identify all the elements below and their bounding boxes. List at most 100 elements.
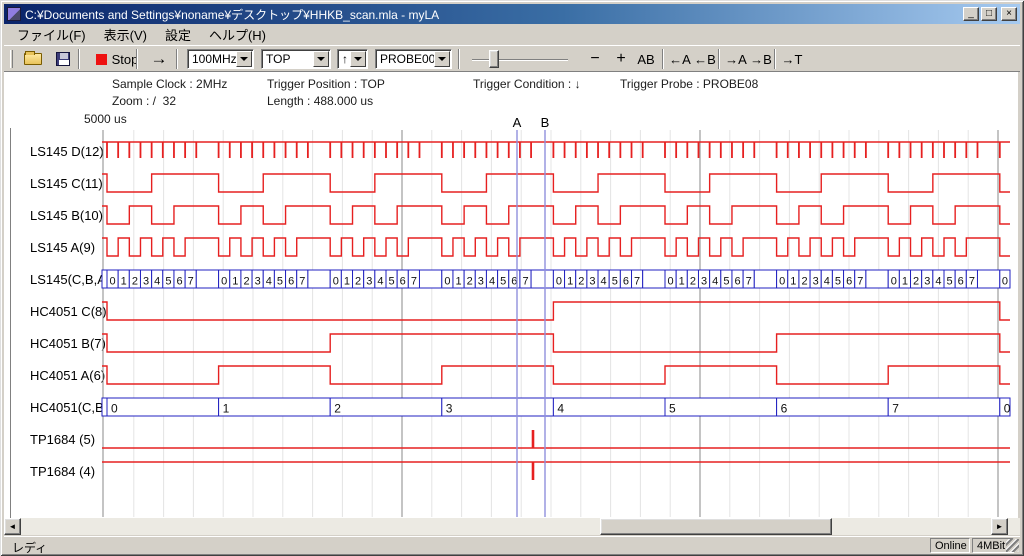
bus-value: 1 xyxy=(455,276,461,288)
bus-value: 4 xyxy=(489,276,495,288)
scroll-left-icon[interactable]: ◄ xyxy=(4,518,21,535)
bus-value: 7 xyxy=(857,276,863,288)
bus-value: 5 xyxy=(835,276,841,288)
bus-value: 2 xyxy=(243,276,249,288)
bus-value: 0 xyxy=(779,276,785,288)
bus-value: 7 xyxy=(969,276,975,288)
bus-value: 7 xyxy=(188,276,194,288)
bus-value: 5 xyxy=(612,276,618,288)
resize-grip[interactable] xyxy=(1006,539,1019,552)
bus-value: 2 xyxy=(132,276,138,288)
bus-cell xyxy=(107,398,219,416)
bus-value: 4 xyxy=(377,276,383,288)
status-bar: レディ Online 4MBit xyxy=(4,536,1020,553)
bus-cell xyxy=(102,270,107,288)
bus-value: 5 xyxy=(500,276,506,288)
status-ready-text: レディ xyxy=(12,539,47,556)
bus-value: 5 xyxy=(389,276,395,288)
bus-cell xyxy=(888,398,1000,416)
bus-value: 6 xyxy=(176,276,182,288)
bus-cell xyxy=(308,270,330,288)
bus-value: 4 xyxy=(266,276,272,288)
bus-value: 5 xyxy=(723,276,729,288)
bus-value: 3 xyxy=(366,276,372,288)
bus-value: 6 xyxy=(288,276,294,288)
bus-value: 6 xyxy=(734,276,740,288)
bus-value: 1 xyxy=(679,276,685,288)
bus-cell xyxy=(442,398,554,416)
bus-value: 5 xyxy=(947,276,953,288)
bus-value: 6 xyxy=(958,276,964,288)
bus-value: 2 xyxy=(467,276,473,288)
bus-value: 5 xyxy=(669,402,676,416)
bus-value: 5 xyxy=(277,276,283,288)
bus-value: 0 xyxy=(221,276,227,288)
bus-value: 7 xyxy=(634,276,640,288)
bus-cell xyxy=(866,270,888,288)
bus-value: 4 xyxy=(154,276,160,288)
bus-value: 0 xyxy=(110,276,116,288)
bus-value: 0 xyxy=(668,276,674,288)
bus-value: 7 xyxy=(299,276,305,288)
bus-value: 0 xyxy=(111,402,118,416)
bus-cell xyxy=(219,398,331,416)
bus-cell xyxy=(665,398,777,416)
bus-value: 6 xyxy=(400,276,406,288)
cursor-b-label: B xyxy=(541,115,550,130)
bus-cell xyxy=(419,270,441,288)
scroll-right-icon[interactable]: ► xyxy=(991,518,1008,535)
bus-value: 5 xyxy=(165,276,171,288)
bus-value: 4 xyxy=(824,276,830,288)
bus-value: 2 xyxy=(355,276,361,288)
bus-value: 0 xyxy=(1004,402,1011,416)
bus-value: 3 xyxy=(701,276,707,288)
bus-value: 3 xyxy=(446,402,453,416)
bus-value: 2 xyxy=(690,276,696,288)
bus-value: 2 xyxy=(578,276,584,288)
bus-value: 1 xyxy=(567,276,573,288)
bus-value: 7 xyxy=(522,276,528,288)
bus-value: 3 xyxy=(813,276,819,288)
bus-value: 0 xyxy=(556,276,562,288)
bus-value: 1 xyxy=(223,402,230,416)
bus-cell xyxy=(553,398,665,416)
bus-cell xyxy=(643,270,665,288)
bus-cell xyxy=(977,270,999,288)
bus-cell xyxy=(754,270,776,288)
bus-cell xyxy=(330,398,442,416)
bus-value: 1 xyxy=(790,276,796,288)
bus-value: 0 xyxy=(444,276,450,288)
digital-waveform xyxy=(102,206,1010,224)
bus-value: 2 xyxy=(334,402,341,416)
bus-cell xyxy=(777,398,889,416)
app-window: C:¥Documents and Settings¥noname¥デスクトップ¥… xyxy=(0,0,1024,556)
bus-cell xyxy=(102,398,107,416)
cursor-a-label: A xyxy=(513,115,522,130)
bus-value: 1 xyxy=(344,276,350,288)
bus-value: 0 xyxy=(891,276,897,288)
digital-waveform xyxy=(102,302,1010,320)
bus-value: 4 xyxy=(557,402,564,416)
bus-value: 6 xyxy=(781,402,788,416)
bus-value: 3 xyxy=(478,276,484,288)
bus-value: 3 xyxy=(143,276,149,288)
bus-value: 2 xyxy=(913,276,919,288)
bus-value: 0 xyxy=(1002,276,1008,288)
bus-value: 7 xyxy=(892,402,899,416)
bus-value: 4 xyxy=(601,276,607,288)
horizontal-scrollbar[interactable]: ◄ ► xyxy=(4,518,1020,535)
scrollbar-thumb[interactable] xyxy=(600,518,832,535)
bus-value: 1 xyxy=(121,276,127,288)
bus-value: 7 xyxy=(746,276,752,288)
digital-waveform xyxy=(102,238,1010,256)
digital-waveform xyxy=(102,366,1010,384)
bus-value: 0 xyxy=(333,276,339,288)
waveform-plot[interactable]: 0123456701234567012345670123456701234567… xyxy=(0,0,1024,556)
bus-cell xyxy=(196,270,218,288)
bus-value: 4 xyxy=(712,276,718,288)
bus-value: 7 xyxy=(411,276,417,288)
bus-value: 1 xyxy=(902,276,908,288)
bus-value: 3 xyxy=(589,276,595,288)
bus-value: 4 xyxy=(935,276,941,288)
status-online-badge: Online xyxy=(930,538,970,553)
